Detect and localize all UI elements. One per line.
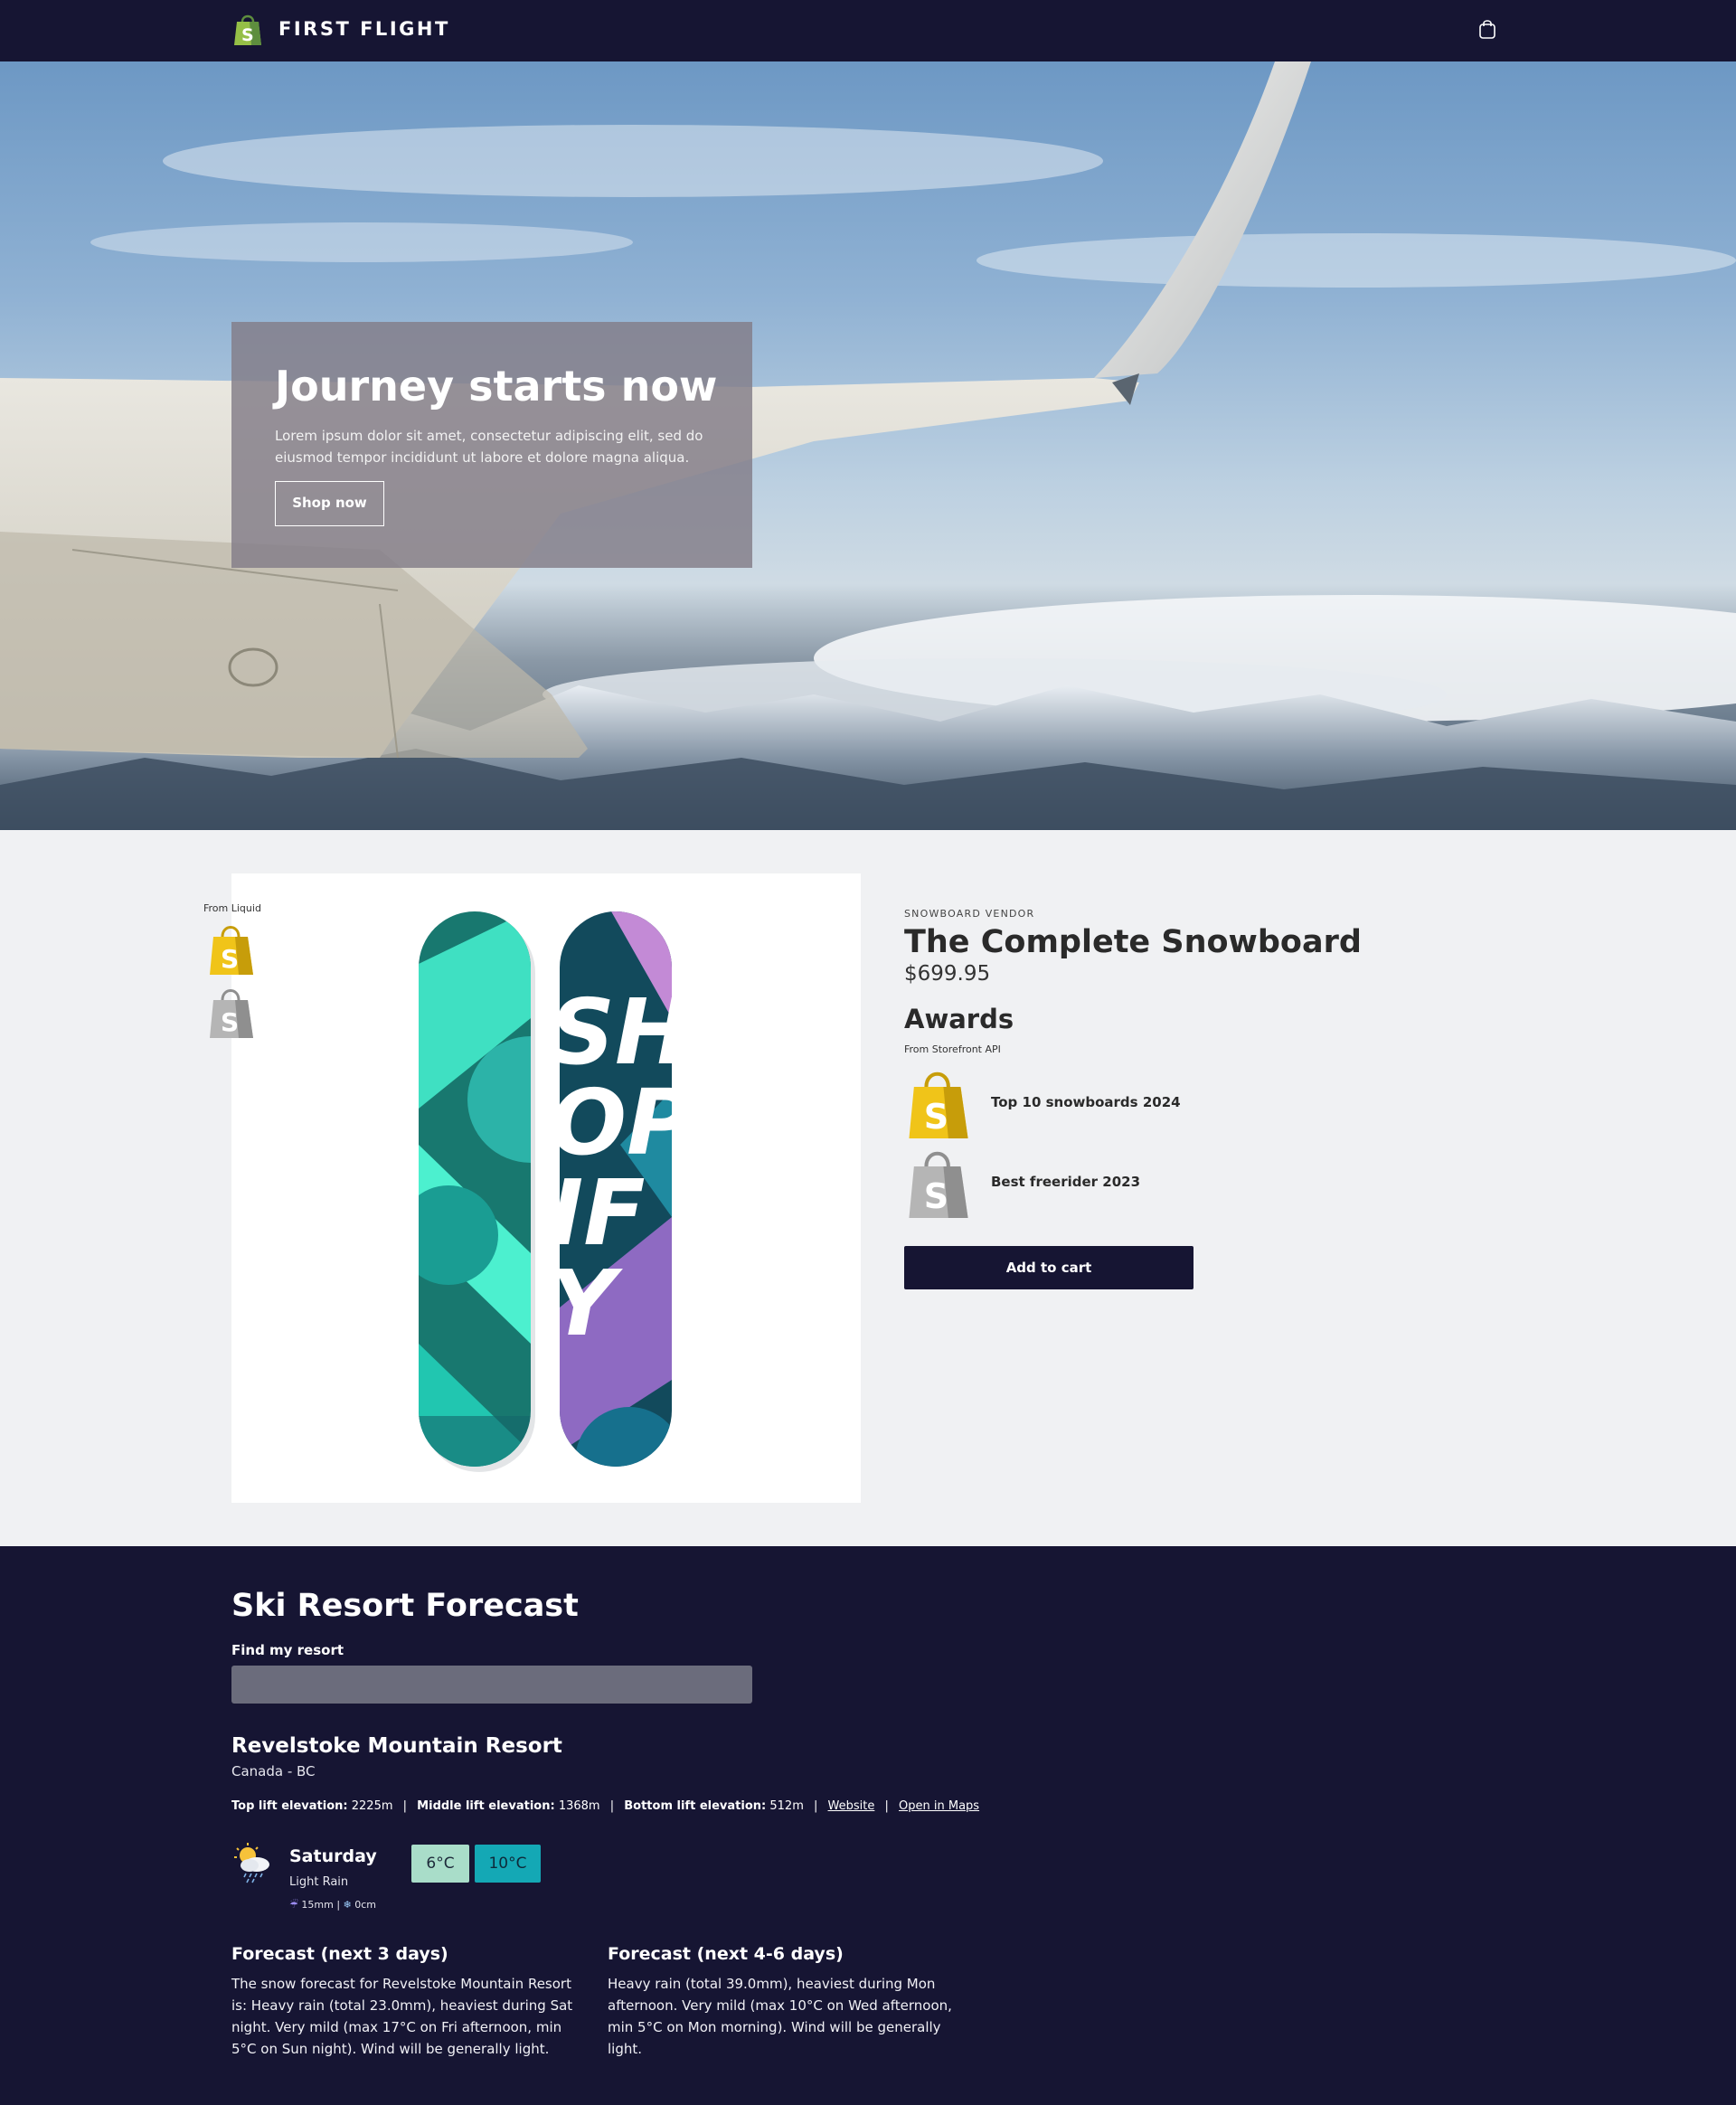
forecast-next-4-6-days: Forecast (next 4-6 days) Heavy rain (tot… (608, 1944, 960, 2060)
from-storefront-api-label: From Storefront API (904, 1043, 1001, 1055)
award-item: S Best freerider 2023 (904, 1147, 1266, 1221)
weather-description: Light Rain (289, 1875, 349, 1889)
bottom-lift-value: 512m (769, 1799, 804, 1813)
precipitation-info: ☔ 15mm | ❄ 0cm (289, 1899, 376, 1911)
middle-lift-value: 1368m (558, 1799, 600, 1813)
max-temperature: 10°C (475, 1845, 541, 1883)
middle-lift-label: Middle lift elevation: (417, 1799, 555, 1813)
separator: | (814, 1799, 818, 1813)
hero-content-box: Journey starts now Lorem ipsum dolor sit… (231, 322, 752, 568)
snowboard-image: SH OP IF Y (419, 911, 672, 1472)
snowflake-icon: ❄ (343, 1899, 352, 1911)
min-temperature: 6°C (411, 1845, 469, 1883)
rain-amount: 15mm (301, 1899, 334, 1911)
separator: | (336, 1899, 341, 1911)
resort-search-input[interactable] (231, 1666, 752, 1704)
site-header: S FIRST FLIGHT (0, 0, 1736, 61)
forecast-next-4-6-title: Forecast (next 4-6 days) (608, 1944, 844, 1964)
svg-text:S: S (221, 944, 239, 974)
forecast-next-4-6-text: Heavy rain (total 39.0mm), heaviest duri… (608, 1976, 952, 2057)
elevation-info: Top lift elevation: 2225m | Middle lift … (231, 1799, 979, 1813)
forecast-next-3-days: Forecast (next 3 days) The snow forecast… (231, 1944, 584, 2060)
svg-text:S: S (241, 25, 254, 45)
forecast-day: Saturday (289, 1846, 377, 1866)
open-in-maps-link[interactable]: Open in Maps (899, 1799, 979, 1813)
top-lift-label: Top lift elevation: (231, 1799, 348, 1813)
separator: | (402, 1799, 408, 1813)
shop-now-button[interactable]: Shop now (275, 481, 384, 526)
gold-shopify-bag-icon: S (909, 1071, 968, 1138)
search-label: Find my resort (231, 1642, 344, 1658)
forecast-section: Ski Resort Forecast Find my resort Revel… (0, 1546, 1736, 2105)
svg-text:S: S (221, 1007, 239, 1037)
resort-name: Revelstoke Mountain Resort (231, 1734, 562, 1758)
hero-banner: Journey starts now Lorem ipsum dolor sit… (0, 61, 1736, 830)
svg-text:Y: Y (550, 1251, 623, 1356)
hero-description: Lorem ipsum dolor sit amet, consectetur … (275, 428, 703, 466)
product-vendor: SNOWBOARD VENDOR (904, 908, 1035, 920)
website-link[interactable]: Website (828, 1799, 875, 1813)
rain-icon: ☔ (289, 1899, 298, 1911)
top-lift-value: 2225m (351, 1799, 393, 1813)
silver-shopify-bag-icon: S (210, 989, 253, 1038)
product-section: SH OP IF Y From Liquid S S SNOWBOARD VEN… (0, 830, 1736, 1546)
product-title: The Complete Snowboard (904, 924, 1362, 960)
shopify-bag-icon[interactable]: S (231, 13, 264, 47)
award-label: Top 10 snowboards 2024 (991, 1094, 1181, 1110)
forecast-title: Ski Resort Forecast (231, 1588, 579, 1624)
awards-heading: Awards (904, 1004, 1014, 1034)
sun-cloud-rain-icon (234, 1843, 269, 1883)
svg-text:S: S (924, 1176, 948, 1216)
product-image[interactable]: SH OP IF Y (231, 873, 861, 1503)
award-label: Best freerider 2023 (991, 1174, 1141, 1190)
award-item: S Top 10 snowboards 2024 (904, 1067, 1266, 1141)
bottom-lift-label: Bottom lift elevation: (624, 1799, 767, 1813)
brand-name[interactable]: FIRST FLIGHT (278, 18, 450, 40)
hero-title: Journey starts now (275, 362, 718, 411)
svg-text:S: S (924, 1097, 948, 1137)
gold-shopify-bag-icon: S (210, 926, 253, 975)
silver-shopify-bag-icon: S (909, 1151, 968, 1218)
separator: | (609, 1799, 615, 1813)
product-price: $699.95 (904, 962, 991, 986)
separator: | (884, 1799, 889, 1813)
shopping-bag-icon[interactable] (1477, 18, 1497, 40)
forecast-next-3-text: The snow forecast for Revelstoke Mountai… (231, 1976, 573, 2057)
forecast-next-3-title: Forecast (next 3 days) (231, 1944, 448, 1964)
add-to-cart-button[interactable]: Add to cart (904, 1246, 1194, 1289)
from-liquid-label: From Liquid (203, 902, 261, 914)
snow-amount: 0cm (354, 1899, 377, 1911)
resort-location: Canada - BC (231, 1763, 316, 1779)
